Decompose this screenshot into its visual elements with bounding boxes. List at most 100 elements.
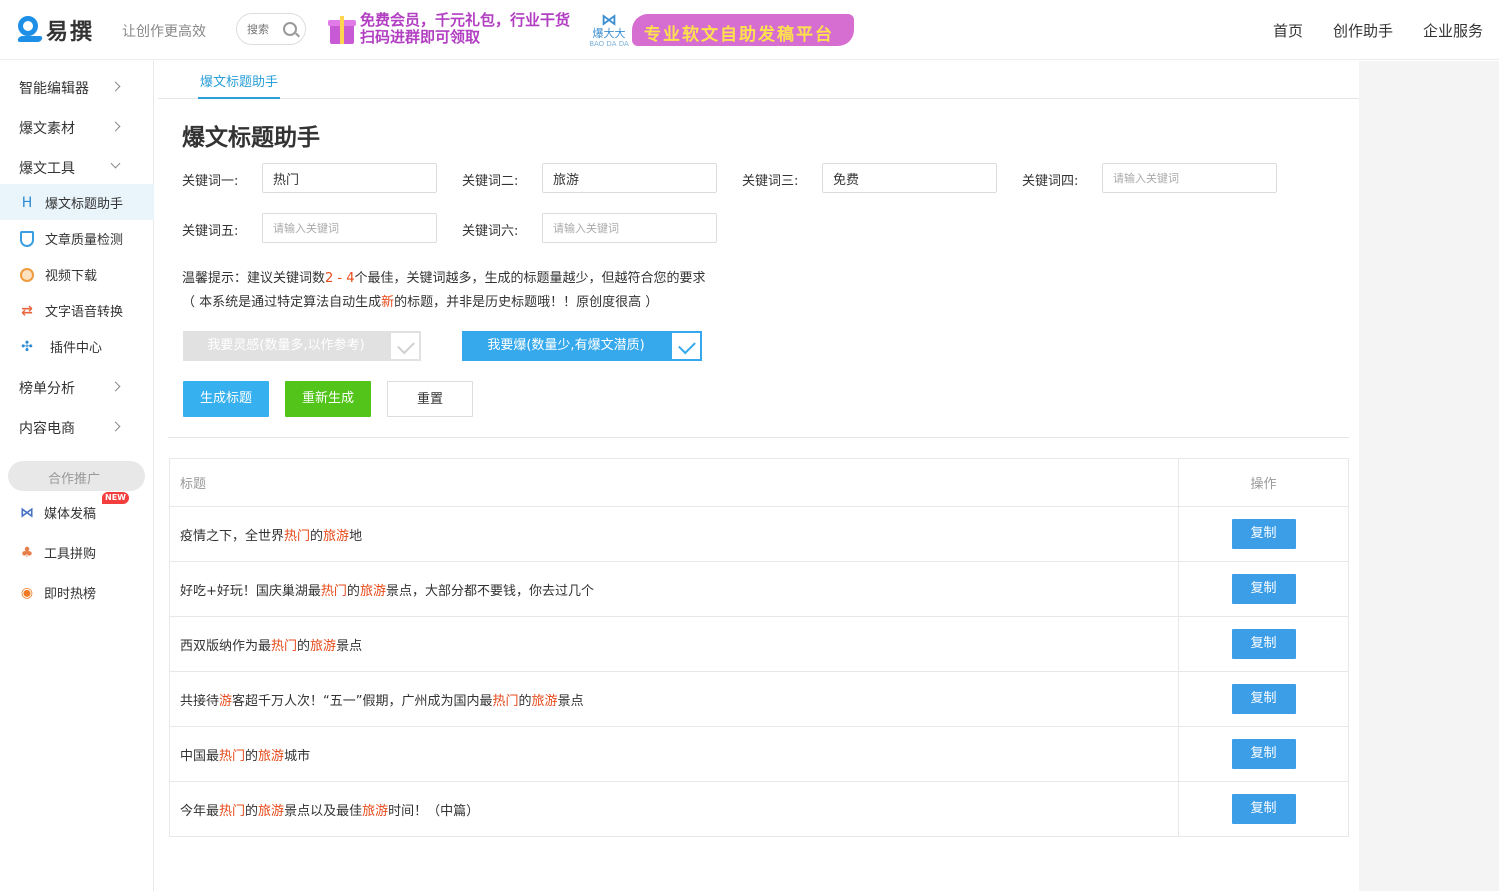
reset-button[interactable]: 重置 bbox=[387, 381, 473, 417]
top-header: 易撰 让创作更高效 免费会员，千元礼包，行业干货 扫码进群即可领取 ⋈ 爆大大 … bbox=[0, 0, 1499, 60]
sidebar-group-material[interactable]: 爆文素材 bbox=[0, 106, 154, 146]
copy-button[interactable]: 复制 bbox=[1231, 519, 1296, 549]
title-cell: 中国最热门的旅游城市 bbox=[169, 726, 1179, 782]
title-cell: 好吃+好玩！国庆巢湖最热门的旅游景点，大部分都不要钱，你去过几个 bbox=[169, 561, 1179, 617]
table-row: 共接待游客超千万人次！“五一”假期，广州成为国内最热门的旅游景点 复制 bbox=[169, 671, 1349, 727]
title-text: 今年最 bbox=[180, 803, 220, 819]
sidebar-item-hot-list[interactable]: ◉ 即时热榜 bbox=[0, 574, 154, 610]
search-icon[interactable] bbox=[283, 22, 297, 36]
title-text: 城市 bbox=[284, 748, 311, 764]
site-logo[interactable]: 易撰 bbox=[16, 14, 94, 46]
regenerate-button[interactable]: 重新生成 bbox=[285, 381, 371, 417]
sidebar-item-title-assistant[interactable]: H 爆文标题助手 bbox=[0, 184, 154, 220]
title-cell: 西双版纳作为最热门的旅游景点 bbox=[169, 616, 1179, 672]
title-text: 时间！（中篇） bbox=[388, 803, 480, 819]
tab-bar: 爆文标题助手 bbox=[158, 61, 1359, 99]
keyword-2-input[interactable] bbox=[542, 163, 717, 193]
keyword-4-input[interactable] bbox=[1102, 163, 1277, 193]
sidebar-item-plugin-center[interactable]: ✣ 插件中心 bbox=[0, 328, 154, 364]
operation-cell: 复制 bbox=[1178, 671, 1349, 727]
keyword-highlight: 旅游 bbox=[323, 528, 350, 544]
results-table: 标题 操作 疫情之下，全世界热门的旅游地 复制 好吃+好玩！国庆巢湖最热门的旅游景点… bbox=[169, 458, 1349, 837]
sidebar-item-video-download[interactable]: 视频下载 bbox=[0, 256, 154, 292]
table-row: 中国最热门的旅游城市 复制 bbox=[169, 726, 1349, 782]
table-row: 今年最热门的旅游景点以及最佳旅游时间！（中篇） 复制 bbox=[169, 781, 1349, 837]
nav-home[interactable]: 首页 bbox=[1273, 20, 1303, 41]
table-row: 疫情之下，全世界热门的旅游地 复制 bbox=[169, 506, 1349, 562]
operation-cell: 复制 bbox=[1178, 781, 1349, 837]
sidebar-item-quality-check[interactable]: 文章质量检测 bbox=[0, 220, 154, 256]
sidebar-item-media-publish[interactable]: ⋈ 媒体发稿 NEW bbox=[0, 492, 154, 530]
title-text: 地 bbox=[349, 528, 363, 544]
baodada-name: 爆大大 bbox=[592, 27, 626, 40]
promo-text: 免费会员，千元礼包，行业干货 扫码进群即可领取 bbox=[360, 11, 571, 46]
sidebar-group-ranking[interactable]: 榜单分析 bbox=[0, 366, 154, 406]
tip-algorithm: （ 本系统是通过特定算法自动生成新的标题，并非是历史标题哦！！原创度很高 ） bbox=[182, 295, 659, 310]
sidebar-group-tools[interactable]: 爆文工具 bbox=[0, 146, 154, 186]
main-content: 爆文标题助手 爆文标题助手 关键词一: 关键词二: 关键词三: 关键词四: 关键… bbox=[158, 61, 1359, 891]
nav-creation-assistant[interactable]: 创作助手 bbox=[1333, 20, 1393, 41]
chevron-right-icon bbox=[110, 421, 121, 432]
sidebar-item-text-to-speech[interactable]: ⇄ 文字语音转换 bbox=[0, 292, 154, 328]
sidebar-group-editor[interactable]: 智能编辑器 bbox=[0, 66, 154, 106]
keyword-6-input[interactable] bbox=[542, 213, 717, 243]
coop-section-label: 合作推广 bbox=[8, 461, 145, 491]
mode-inspiration-toggle[interactable]: 我要灵感(数量多,以作参考) bbox=[183, 331, 421, 361]
promo-banner-vip[interactable]: 免费会员，千元礼包，行业干货 扫码进群即可领取 bbox=[328, 12, 570, 48]
divider bbox=[168, 437, 1349, 438]
keyword-5-input[interactable] bbox=[262, 213, 437, 243]
baodada-sub: BAO DA DA bbox=[589, 40, 629, 48]
copy-button[interactable]: 复制 bbox=[1231, 574, 1296, 604]
operation-cell: 复制 bbox=[1178, 726, 1349, 782]
title-text: 景点 bbox=[336, 638, 363, 654]
title-text: 的 bbox=[297, 638, 311, 654]
sidebar-item-tool-group-buy[interactable]: ♣ 工具拼购 bbox=[0, 534, 154, 570]
h-icon: H bbox=[21, 195, 33, 211]
operation-cell: 复制 bbox=[1178, 506, 1349, 562]
copy-button[interactable]: 复制 bbox=[1231, 739, 1296, 769]
tab-title-assistant[interactable]: 爆文标题助手 bbox=[198, 61, 281, 99]
title-cell: 疫情之下，全世界热门的旅游地 bbox=[169, 506, 1179, 562]
table-row: 西双版纳作为最热门的旅游景点 复制 bbox=[169, 616, 1349, 672]
mode-burst-toggle[interactable]: 我要爆(数量少,有爆文潜质) bbox=[462, 331, 702, 361]
search-input[interactable] bbox=[247, 21, 277, 37]
check-icon bbox=[670, 331, 702, 361]
keyword-highlight: 旅游 bbox=[258, 748, 285, 764]
sidebar: 智能编辑器 爆文素材 爆文工具 H 爆文标题助手 文章质量检测 视频下载 ⇄ 文… bbox=[0, 61, 154, 891]
keyword-highlight: 旅游 bbox=[362, 803, 389, 819]
title-text: 共接待 bbox=[180, 693, 220, 709]
promo-banner-baodada[interactable]: ⋈ 爆大大 BAO DA DA 专业软文自助发稿平台 bbox=[588, 10, 858, 50]
baodada-logo: ⋈ 爆大大 BAO DA DA bbox=[588, 10, 630, 49]
search-box[interactable] bbox=[236, 13, 306, 45]
title-cell: 今年最热门的旅游景点以及最佳旅游时间！（中篇） bbox=[169, 781, 1179, 837]
keyword-highlight: 旅游 bbox=[310, 638, 337, 654]
table-header-row: 标题 操作 bbox=[169, 458, 1349, 507]
title-text: 好吃+好玩！国庆巢湖最 bbox=[180, 583, 321, 599]
title-text: 的 bbox=[245, 803, 259, 819]
title-cell: 共接待游客超千万人次！“五一”假期，广州成为国内最热门的旅游景点 bbox=[169, 671, 1179, 727]
title-text: 中国最 bbox=[180, 748, 220, 764]
chevron-right-icon bbox=[110, 121, 121, 132]
nav-enterprise[interactable]: 企业服务 bbox=[1423, 20, 1483, 41]
gift-icon bbox=[328, 14, 356, 44]
keyword-3-label: 关键词三: bbox=[742, 174, 799, 189]
title-text: 的 bbox=[310, 528, 324, 544]
page-title: 爆文标题助手 bbox=[182, 125, 320, 151]
keyword-3-input[interactable] bbox=[822, 163, 997, 193]
baodada-mark: ⋈ bbox=[601, 10, 617, 29]
operation-cell: 复制 bbox=[1178, 561, 1349, 617]
copy-button[interactable]: 复制 bbox=[1231, 794, 1296, 824]
keyword-highlight: 热门 bbox=[271, 638, 298, 654]
keyword-highlight: 旅游 bbox=[531, 693, 558, 709]
title-text: 疫情之下，全世界 bbox=[180, 528, 285, 544]
table-row: 好吃+好玩！国庆巢湖最热门的旅游景点，大部分都不要钱，你去过几个 复制 bbox=[169, 561, 1349, 617]
keyword-6-label: 关键词六: bbox=[462, 224, 519, 239]
slogan: 让创作更高效 bbox=[122, 24, 206, 40]
chevron-right-icon bbox=[110, 381, 121, 392]
copy-button[interactable]: 复制 bbox=[1231, 629, 1296, 659]
copy-button[interactable]: 复制 bbox=[1231, 684, 1296, 714]
generate-button[interactable]: 生成标题 bbox=[183, 381, 269, 417]
keyword-2-label: 关键词二: bbox=[462, 174, 519, 189]
keyword-1-input[interactable] bbox=[262, 163, 437, 193]
sidebar-group-ecommerce[interactable]: 内容电商 bbox=[0, 406, 154, 446]
